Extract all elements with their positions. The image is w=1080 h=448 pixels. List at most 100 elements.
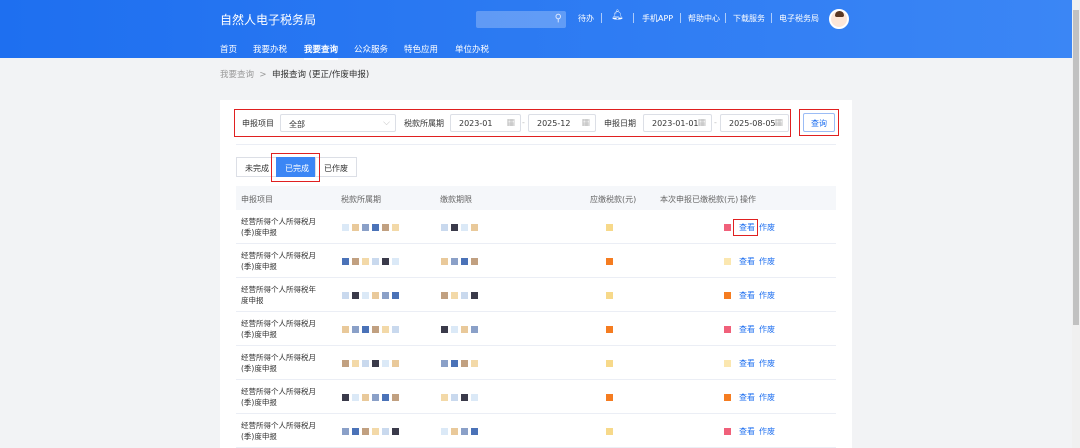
redacted-block (362, 326, 369, 333)
col-deadline: 缴款期限 (440, 195, 472, 204)
link-download[interactable]: 下载服务 (733, 13, 765, 24)
redacted-value (724, 326, 734, 333)
row-item-name: 经营所得个人所得税月(季)度申报 (241, 217, 316, 237)
redacted-value (724, 360, 734, 367)
redacted-block (451, 224, 458, 231)
tab-highlight (271, 153, 320, 182)
col-tax-due: 应缴税款(元) (590, 195, 637, 204)
redacted-value (441, 428, 481, 435)
redacted-block (372, 360, 379, 367)
col-period: 税款所属期 (341, 195, 381, 204)
nav-query[interactable]: 我要查询 (304, 43, 339, 60)
void-link[interactable]: 作废 (759, 426, 775, 437)
redacted-block (441, 224, 448, 231)
redacted-block (441, 258, 448, 265)
link-mobile-app[interactable]: 手机APP (642, 13, 673, 24)
view-link[interactable]: 查看 (739, 256, 755, 267)
view-link[interactable]: 查看 (739, 392, 755, 403)
redacted-block (471, 360, 478, 367)
redacted-value (342, 428, 402, 435)
void-link[interactable]: 作废 (759, 324, 775, 335)
row-item-name: 经营所得个人所得税月(季)度申报 (241, 353, 316, 373)
search-icon[interactable]: ⚲ (555, 13, 562, 24)
view-link[interactable]: 查看 (739, 426, 755, 437)
nav-unit[interactable]: 单位办税 (455, 43, 489, 55)
date-start-input[interactable]: 2023-01-01 ▦ (643, 114, 712, 132)
redacted-block (362, 292, 369, 299)
date-label: 申报日期 (604, 119, 636, 128)
redacted-value (606, 258, 616, 265)
redacted-block (362, 258, 369, 265)
redacted-value (342, 360, 402, 367)
redacted-value (441, 292, 481, 299)
redacted-value (342, 394, 402, 401)
view-link[interactable]: 查看 (739, 290, 755, 301)
redacted-block (471, 326, 478, 333)
redacted-block (372, 292, 379, 299)
redacted-block (471, 394, 478, 401)
row-item-name: 经营所得个人所得税月(季)度申报 (241, 387, 316, 407)
redacted-value (606, 428, 616, 435)
redacted-value (606, 292, 616, 299)
view-link[interactable]: 查看 (739, 358, 755, 369)
nav-tax[interactable]: 我要办税 (253, 43, 287, 55)
link-help[interactable]: 帮助中心 (688, 13, 720, 24)
redacted-block (461, 258, 468, 265)
tab-voided[interactable]: 已作废 (315, 157, 357, 177)
redacted-block (441, 292, 448, 299)
redacted-block (352, 258, 359, 265)
void-link[interactable]: 作废 (759, 358, 775, 369)
redacted-value (724, 292, 734, 299)
redacted-value (342, 258, 402, 265)
link-etax[interactable]: 电子税务局 (779, 13, 819, 24)
dash: - (522, 118, 525, 127)
chevron-down-icon: ⌵ (383, 118, 390, 128)
nav-special[interactable]: 特色应用 (404, 43, 438, 55)
redacted-block (352, 292, 359, 299)
redacted-block (382, 428, 389, 435)
app-title: 自然人电子税务局 (220, 13, 317, 27)
calendar-icon: ▦ (697, 118, 706, 128)
scrollbar[interactable] (1072, 0, 1080, 448)
period-start-input[interactable]: 2023-01 ▦ (450, 114, 521, 132)
breadcrumb-parent[interactable]: 我要查询 (220, 70, 254, 80)
period-label: 税款所属期 (404, 119, 444, 128)
date-end-input[interactable]: 2025-08-05 ▦ (720, 114, 789, 132)
bell-icon[interactable]: 🔔︎ (611, 10, 624, 21)
redacted-block (342, 428, 349, 435)
avatar[interactable] (829, 9, 849, 29)
redacted-block (362, 394, 369, 401)
nav-home[interactable]: 首页 (220, 43, 237, 55)
void-link[interactable]: 作废 (759, 392, 775, 403)
calendar-icon: ▦ (506, 118, 515, 128)
redacted-block (461, 394, 468, 401)
item-value: 全部 (289, 120, 305, 129)
redacted-block (342, 394, 349, 401)
query-button[interactable]: 查询 (803, 113, 835, 132)
void-link[interactable]: 作废 (759, 290, 775, 301)
dash: - (714, 118, 717, 127)
redacted-block (392, 428, 399, 435)
table-row: 经营所得个人所得税月(季)度申报 查看 作废 (236, 414, 836, 448)
redacted-block (461, 360, 468, 367)
period-start-value: 2023-01 (459, 119, 493, 128)
void-link[interactable]: 作废 (759, 222, 775, 233)
redacted-block (362, 224, 369, 231)
nav-public[interactable]: 公众服务 (354, 43, 388, 55)
view-link[interactable]: 查看 (739, 324, 755, 335)
todo-link[interactable]: 待办 (578, 13, 594, 24)
table-row: 经营所得个人所得税月(季)度申报 查看 作废 (236, 346, 836, 380)
redacted-block (352, 394, 359, 401)
redacted-block (352, 360, 359, 367)
void-link[interactable]: 作废 (759, 256, 775, 267)
search-input[interactable]: ⚲ (476, 11, 566, 28)
redacted-block (342, 292, 349, 299)
redacted-block (342, 326, 349, 333)
period-end-input[interactable]: 2025-12 ▦ (528, 114, 596, 132)
col-tax-paid: 本次申报已缴税款(元) (660, 195, 739, 204)
redacted-block (372, 224, 379, 231)
table-header: 申报项目 税款所属期 缴款期限 应缴税款(元) 本次申报已缴税款(元) 操作 (236, 186, 836, 210)
divider (680, 13, 681, 23)
item-select[interactable]: 全部 ⌵ (280, 114, 396, 132)
scrollbar-thumb[interactable] (1073, 10, 1079, 325)
